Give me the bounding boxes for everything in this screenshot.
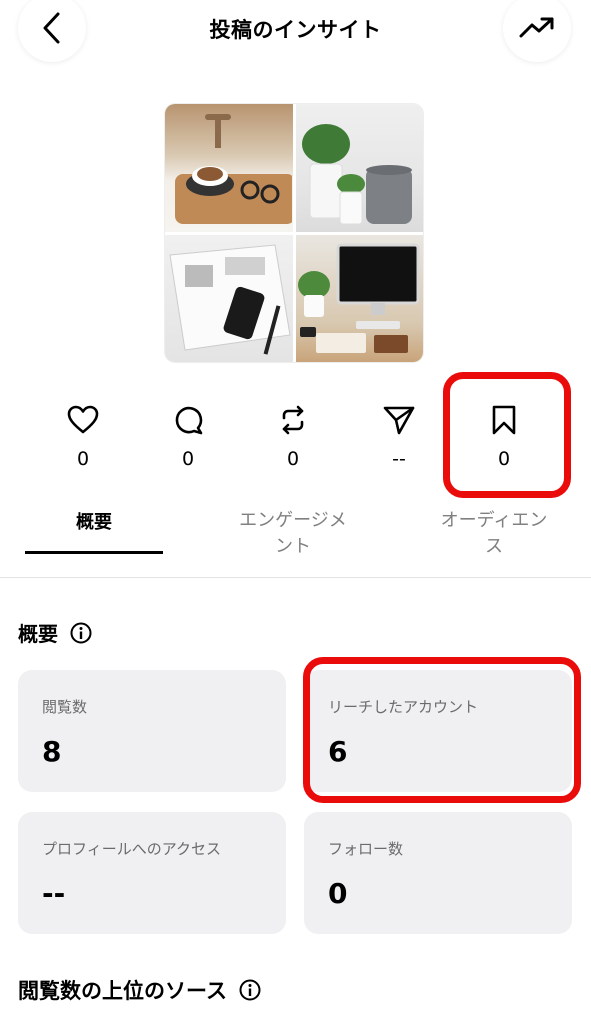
overview-section-header: 概要 <box>18 618 92 647</box>
tab-engagement-label-line2: ント <box>275 536 311 557</box>
send-icon <box>383 406 415 435</box>
comment-icon <box>175 406 203 435</box>
photo-desk-imac <box>295 234 423 362</box>
info-icon[interactable] <box>70 622 92 644</box>
reposts-stat: 0 <box>253 398 333 470</box>
tab-active-indicator <box>25 551 163 554</box>
overview-title: 概要 <box>18 622 58 646</box>
shares-stat: -- <box>359 398 439 470</box>
heart-icon <box>67 405 99 434</box>
trending-up-icon <box>519 17 554 38</box>
follows-label: フォロー数 <box>328 840 404 858</box>
top-sources-title: 閲覧数の上位のソース <box>18 979 227 1003</box>
tab-engagement-label-line1: エンゲージメ <box>239 510 347 531</box>
tab-engagement[interactable]: エンゲージメ ント <box>218 508 368 560</box>
tab-audience-label-line1: オーディエン <box>440 510 548 531</box>
post-thumbnail[interactable] <box>165 104 423 362</box>
divider <box>0 577 591 578</box>
likes-stat: 0 <box>43 398 123 470</box>
views-value: 8 <box>42 735 62 768</box>
tab-overview-label: 概要 <box>76 512 112 533</box>
comments-stat: 0 <box>148 398 228 470</box>
profile-visits-label: プロフィールへのアクセス <box>42 840 221 858</box>
trend-button[interactable] <box>503 0 571 62</box>
comments-count: 0 <box>181 448 195 470</box>
views-card[interactable]: 閲覧数 8 <box>18 670 286 792</box>
follows-card[interactable]: フォロー数 0 <box>304 812 572 934</box>
reposts-count: 0 <box>286 448 300 470</box>
tab-audience[interactable]: オーディエン ス <box>419 508 569 560</box>
photo-coffee-tray <box>165 104 293 232</box>
likes-count: 0 <box>76 448 90 470</box>
profile-visits-value: -- <box>42 877 66 910</box>
tab-audience-label-line2: ス <box>485 536 503 557</box>
shares-count: -- <box>392 448 406 470</box>
repost-icon <box>282 405 304 435</box>
photo-magazine-phone <box>165 234 293 362</box>
reach-highlight-box <box>303 657 581 803</box>
profile-visits-card[interactable]: プロフィールへのアクセス -- <box>18 812 286 934</box>
tab-overview[interactable]: 概要 <box>25 510 163 536</box>
top-sources-section-header: 閲覧数の上位のソース <box>18 975 261 1005</box>
views-label: 閲覧数 <box>42 698 88 716</box>
info-icon[interactable] <box>239 979 261 1001</box>
saves-highlight-box <box>443 372 571 498</box>
photo-plants <box>295 104 423 232</box>
follows-value: 0 <box>328 877 348 910</box>
